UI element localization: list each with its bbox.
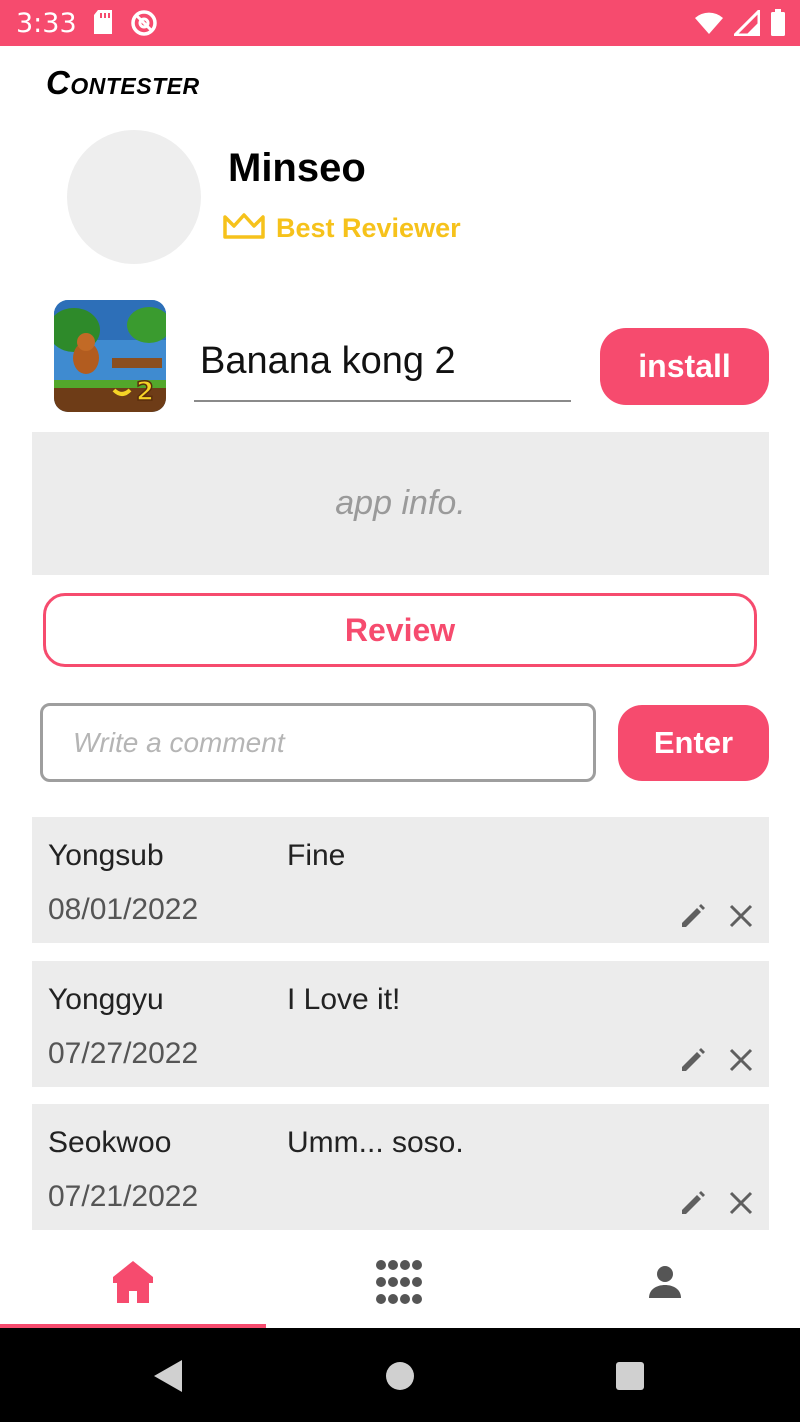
home-icon xyxy=(111,1259,155,1310)
comment-date: 08/01/2022 xyxy=(48,893,199,926)
app-info-placeholder: app info. xyxy=(335,484,466,522)
comment-author: Yonggyu xyxy=(48,983,164,1016)
app-icon[interactable]: 2 xyxy=(54,300,166,412)
comment-item: Yongsub 08/01/2022 Fine xyxy=(32,817,769,943)
comment-author: Yongsub xyxy=(48,839,164,872)
close-icon[interactable] xyxy=(726,901,756,931)
install-button[interactable]: install xyxy=(600,328,769,405)
sd-card-icon xyxy=(92,9,114,42)
badge-label: Best Reviewer xyxy=(276,213,461,243)
grid-icon xyxy=(375,1259,423,1310)
status-badge: Best Reviewer xyxy=(222,212,461,245)
status-time: 3:33 xyxy=(16,8,77,39)
battery-icon xyxy=(770,9,786,42)
status-bar: 3:33 xyxy=(0,0,800,46)
close-icon[interactable] xyxy=(726,1045,756,1075)
nav-apps[interactable] xyxy=(266,1240,532,1328)
system-navigation-bar xyxy=(0,1328,800,1422)
review-button[interactable]: Review xyxy=(43,593,757,667)
comment-date: 07/21/2022 xyxy=(48,1180,199,1213)
comment-item: Yonggyu 07/27/2022 I Love it! xyxy=(32,961,769,1087)
comment-text: I Love it! xyxy=(287,983,401,1016)
app-name-field: Banana kong 2 xyxy=(194,330,571,402)
person-icon xyxy=(647,1264,683,1305)
nav-profile[interactable] xyxy=(532,1240,798,1328)
edit-pencil-icon[interactable] xyxy=(678,901,708,931)
app-info-panel: app info. xyxy=(32,432,769,575)
edit-pencil-icon[interactable] xyxy=(678,1188,708,1218)
enter-button[interactable]: Enter xyxy=(618,705,769,781)
wifi-icon xyxy=(694,11,724,40)
comment-input[interactable] xyxy=(40,703,596,782)
back-icon[interactable] xyxy=(148,1356,188,1396)
bottom-navigation xyxy=(0,1240,800,1328)
edit-pencil-icon[interactable] xyxy=(678,1045,708,1075)
home-circle-icon[interactable] xyxy=(380,1356,420,1396)
comment-text: Umm... soso. xyxy=(287,1126,464,1159)
recents-icon[interactable] xyxy=(610,1356,650,1396)
comment-text: Fine xyxy=(287,839,346,872)
comment-item: Seokwoo 07/21/2022 Umm... soso. xyxy=(32,1104,769,1230)
svg-text:2: 2 xyxy=(136,377,154,407)
profile-name: Minseo xyxy=(228,146,366,190)
signal-icon xyxy=(731,7,761,41)
at-sign-icon xyxy=(130,9,158,42)
close-icon[interactable] xyxy=(726,1188,756,1218)
nav-home[interactable] xyxy=(0,1240,266,1328)
comment-date: 07/27/2022 xyxy=(48,1037,199,1070)
crown-icon xyxy=(222,212,266,245)
comment-author: Seokwoo xyxy=(48,1126,172,1159)
avatar[interactable] xyxy=(67,130,201,264)
app-brand-title: Contester xyxy=(46,64,200,101)
